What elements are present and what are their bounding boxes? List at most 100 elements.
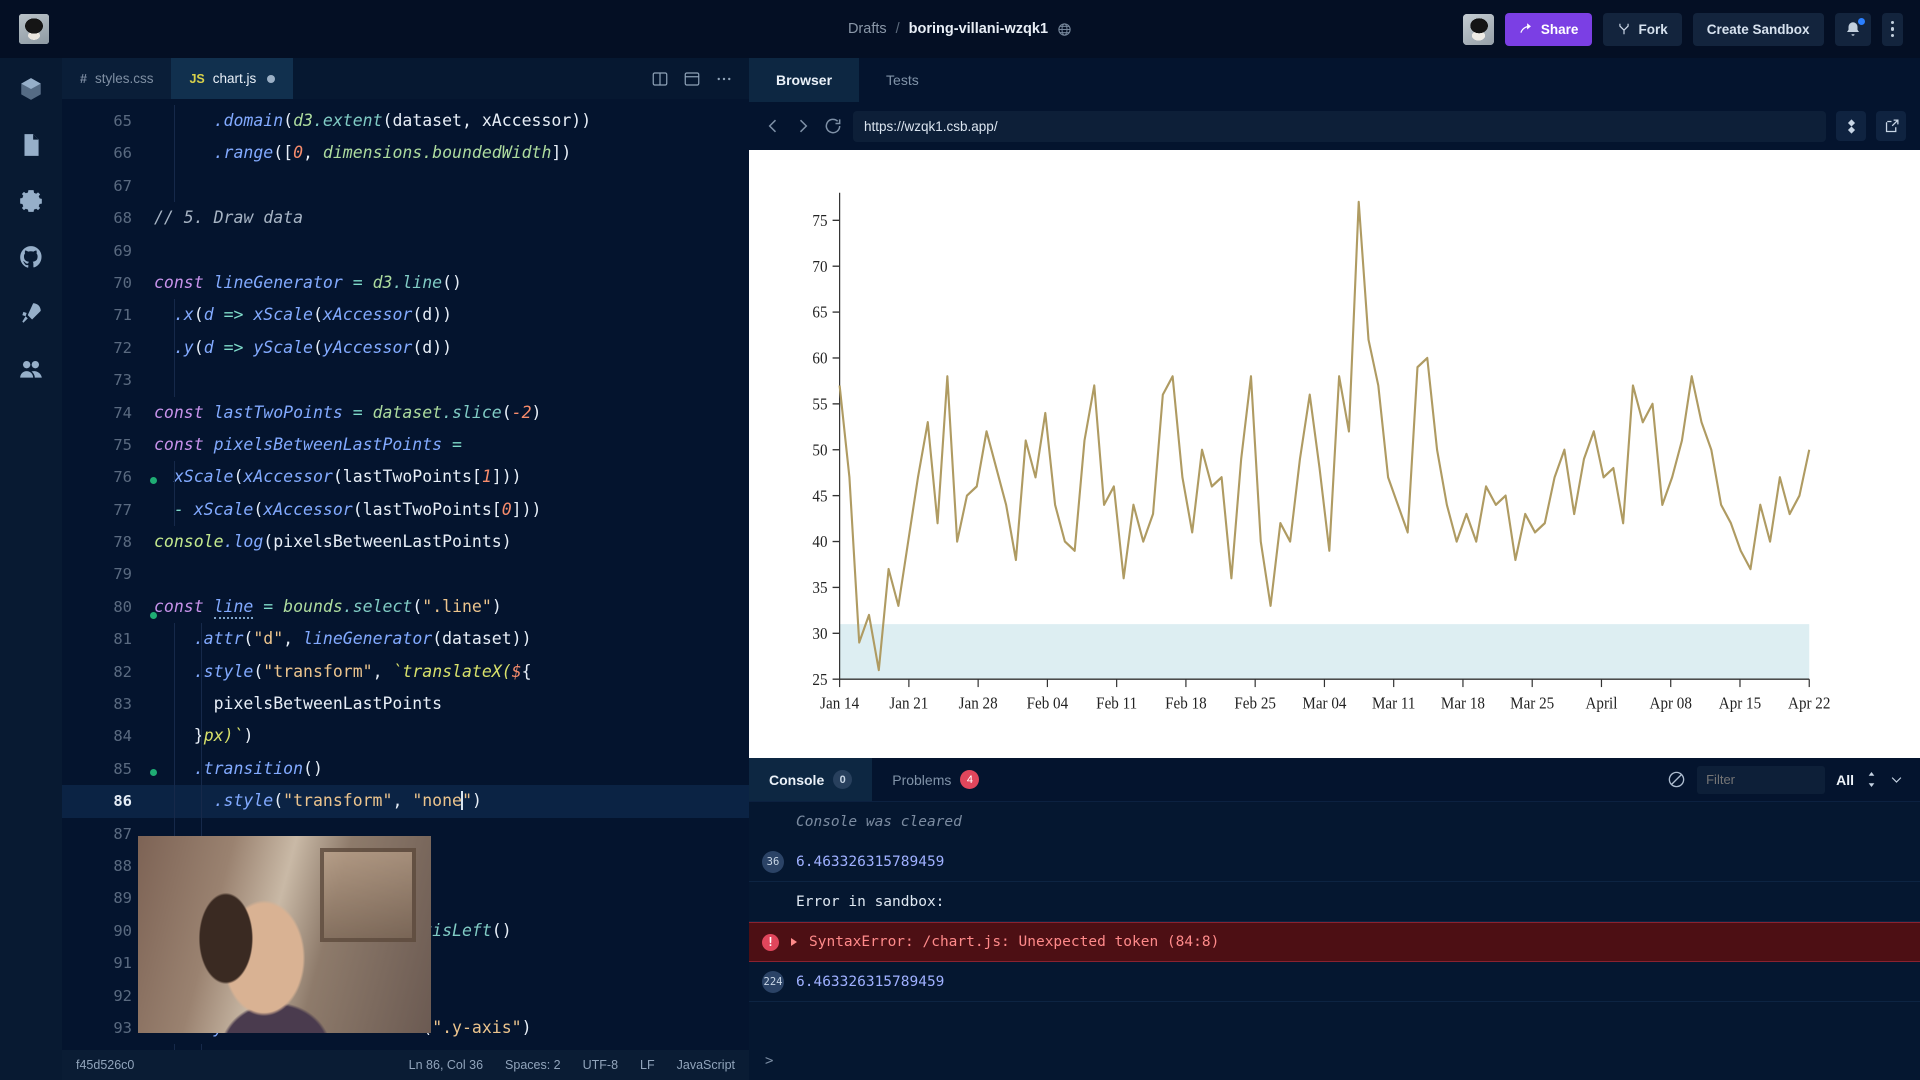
code-line[interactable]: 83 pixelsBetweenLastPoints [62, 688, 749, 721]
indent-guide [174, 785, 175, 818]
language-mode[interactable]: JavaScript [677, 1058, 735, 1072]
git-commit-hash[interactable]: f45d526c0 [76, 1058, 134, 1072]
sandbox-title[interactable]: boring-villani-wzqk1 [909, 21, 1048, 37]
line-ending[interactable]: LF [640, 1058, 655, 1072]
code-text: .transition() [193, 758, 323, 778]
encoding[interactable]: UTF-8 [583, 1058, 618, 1072]
indent-guide [201, 720, 202, 753]
code-line[interactable]: 86 .style("transform", "none") [62, 785, 749, 818]
tab-browser[interactable]: Browser [749, 58, 860, 102]
console-row-error[interactable]: ! SyntaxError: /chart.js: Unexpected toke… [749, 922, 1920, 962]
log-level-selector[interactable]: All [1836, 772, 1854, 788]
cube-icon[interactable] [18, 76, 44, 102]
line-number: 68 [113, 209, 132, 228]
code-line[interactable]: 78 console.log(pixelsBetweenLastPoints) [62, 526, 749, 558]
console-message: Error in sandbox: [796, 893, 945, 910]
chevron-right-icon[interactable] [793, 116, 813, 136]
avatar[interactable] [1462, 13, 1494, 45]
file-icon[interactable] [18, 132, 44, 158]
code-line[interactable]: 85 .transition() [62, 752, 749, 786]
globe-icon[interactable] [1057, 22, 1072, 37]
sort-icon[interactable] [1865, 771, 1878, 788]
open-external-button[interactable] [1876, 111, 1906, 141]
indent-guide [201, 688, 202, 721]
console-tabbar: Console 0 Problems 4 All [749, 758, 1920, 802]
code-line[interactable]: 66 .range([0, dimensions.boundedWidth]) [62, 137, 749, 170]
x-axis-tick-label: Mar 11 [1372, 695, 1415, 713]
chevron-down-icon[interactable] [1889, 772, 1904, 787]
console-row-cleared[interactable]: Console was cleared [749, 802, 1920, 842]
clear-console-icon[interactable] [1667, 770, 1686, 789]
console-message: 6.463326315789459 [796, 973, 945, 990]
preview-iframe[interactable]: 25 30 35 40 45 50 55 60 65 70 75 Jan 14 Jan 21 Jan 28… [749, 150, 1920, 758]
indent-guide [201, 655, 202, 689]
console-row-text[interactable]: Error in sandbox: [749, 882, 1920, 922]
console-message: SyntaxError: /chart.js: Unexpected token… [809, 934, 1220, 950]
code-text: .domain(d3.extent(dataset, xAccessor)) [213, 111, 592, 130]
split-pane-icon[interactable] [651, 70, 669, 88]
x-axis-tick-label: Jan 21 [889, 695, 928, 713]
js-file-icon: JS [189, 71, 205, 86]
tab-problems[interactable]: Problems 4 [872, 758, 999, 801]
x-axis-tick-label: Apr 22 [1788, 695, 1830, 713]
preview-pane-icon[interactable] [683, 70, 701, 88]
more-options-icon[interactable] [715, 70, 733, 88]
workspace-avatar[interactable] [19, 14, 49, 44]
code-line[interactable]: 82 .style("transform", `translateX(${ [62, 655, 749, 689]
code-text: const lineGenerator = d3.line() [154, 272, 462, 292]
x-axis-tick-label: Mar 25 [1510, 695, 1554, 713]
tab-tests[interactable]: Tests [859, 58, 946, 102]
more-menu-button[interactable] [1881, 12, 1903, 46]
share-button[interactable]: Share [1504, 12, 1593, 46]
github-icon[interactable] [18, 244, 44, 270]
editor-tab-styles-css[interactable]: # styles.css [62, 58, 172, 99]
console-row-log[interactable]: 224 6.463326315789459 [749, 962, 1920, 1002]
fork-label: Fork [1638, 21, 1668, 37]
line-number: 73 [113, 371, 132, 390]
x-axis-tick-label: Feb 11 [1096, 695, 1137, 713]
code-line[interactable]: 79 [62, 558, 749, 590]
code-line[interactable]: 70 const lineGenerator = d3.line() [62, 267, 749, 299]
editor-tab-chart-js[interactable]: JS chart.js [171, 58, 294, 99]
indent-guide [174, 461, 175, 494]
code-line[interactable]: 77 - xScale(xAccessor(lastTwoPoints[0])) [62, 493, 749, 527]
code-line[interactable]: 80 const line = bounds.select(".line") [62, 591, 749, 623]
breadcrumb-drafts[interactable]: Drafts [848, 21, 887, 37]
people-icon[interactable] [18, 356, 44, 382]
console-filter-input[interactable] [1697, 765, 1826, 794]
code-line[interactable]: 65 .domain(d3.extent(dataset, xAccessor)… [62, 105, 749, 138]
code-line[interactable]: 72 .y(d => yScale(yAccessor(d)) [62, 331, 749, 365]
url-input[interactable] [853, 110, 1826, 142]
indent-guide [174, 299, 175, 332]
cursor-position[interactable]: Ln 86, Col 36 [409, 1058, 483, 1072]
y-axis-tick-label: 60 [812, 350, 827, 368]
code-line[interactable]: 69 [62, 235, 749, 267]
indent-setting[interactable]: Spaces: 2 [505, 1058, 561, 1072]
notifications-button[interactable] [1834, 12, 1871, 46]
expand-triangle-icon[interactable] [791, 938, 797, 946]
gutter-change-marker [150, 477, 157, 484]
chevron-left-icon[interactable] [763, 116, 783, 136]
code-line[interactable]: 75 const pixelsBetweenLastPoints = [62, 429, 749, 461]
code-line[interactable]: 68 // 5. Draw data [62, 202, 749, 234]
code-line[interactable]: 73 [62, 364, 749, 397]
code-line[interactable]: 76 xScale(xAccessor(lastTwoPoints[1])) [62, 461, 749, 494]
gear-icon[interactable] [18, 188, 44, 214]
rocket-icon[interactable] [18, 300, 44, 326]
code-line[interactable]: 81 .attr("d", lineGenerator(dataset)) [62, 623, 749, 656]
create-sandbox-button[interactable]: Create Sandbox [1692, 12, 1824, 46]
x-axis-tick-label: April [1586, 695, 1618, 713]
code-line[interactable]: 74 const lastTwoPoints = dataset.slice(-2… [62, 397, 749, 429]
reload-icon[interactable] [823, 116, 843, 136]
code-line[interactable]: 84 }px)`) [62, 720, 749, 753]
code-line[interactable]: 71 .x(d => xScale(xAccessor(d)) [62, 299, 749, 332]
code-line[interactable]: 67 [62, 169, 749, 203]
console-prompt[interactable]: > [749, 1042, 1920, 1080]
console-output[interactable]: Console was cleared 36 6.463326315789459 Er… [749, 802, 1920, 1042]
fork-button[interactable]: Fork [1603, 12, 1682, 46]
console-row-log[interactable]: 36 6.463326315789459 [749, 842, 1920, 882]
tab-console[interactable]: Console 0 [749, 758, 873, 801]
tab-console-label: Console [769, 771, 825, 788]
code-line[interactable]: 94 .call(yAxisGenerator) [62, 1044, 749, 1050]
codesandbox-button[interactable] [1836, 111, 1866, 141]
